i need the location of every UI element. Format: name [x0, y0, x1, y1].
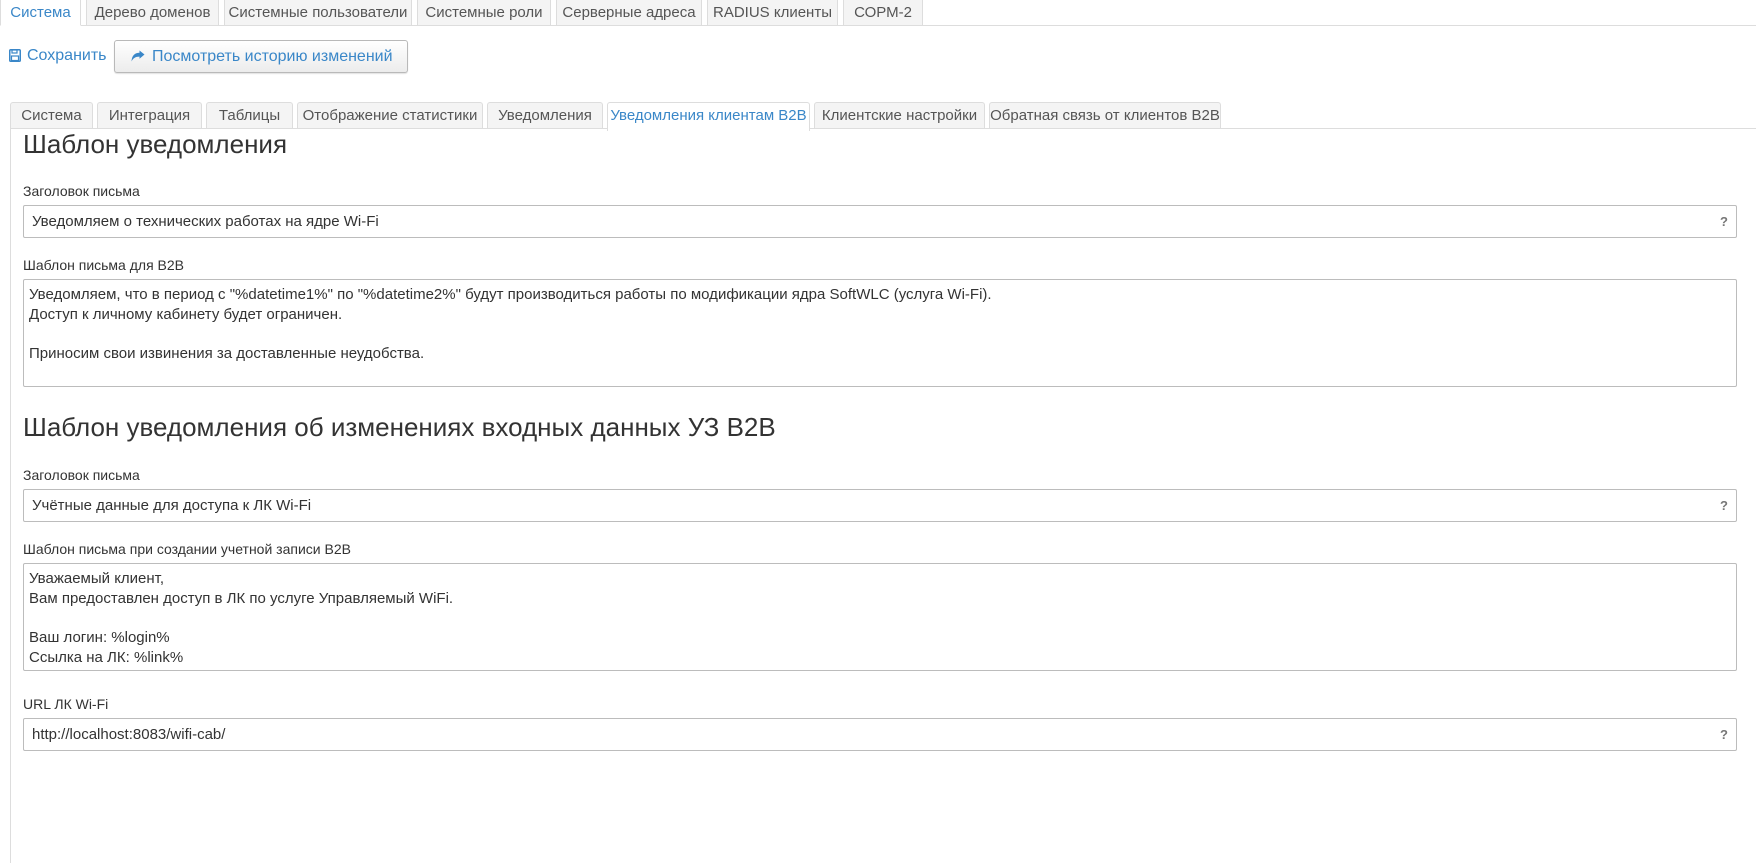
help-icon[interactable]: ? [1718, 498, 1730, 514]
floppy-disk-icon [9, 49, 21, 62]
textarea-line: Вам предоставлен доступ в ЛК по услуге У… [29, 590, 454, 607]
view-history-button[interactable]: Посмотреть историю изменений [114, 40, 408, 73]
b2b-template-label: Шаблон письма для B2B [23, 257, 185, 273]
cabinet-url-field: ? [23, 718, 1737, 751]
help-icon[interactable]: ? [1718, 727, 1730, 743]
top-tab-bar: Система Дерево доменов Системные пользов… [0, 0, 1756, 26]
textarea-line: Доступ к личному кабинету будет ограниче… [29, 306, 343, 323]
top-tab-radius-clients[interactable]: RADIUS клиенты [707, 0, 838, 26]
account-creation-template-label: Шаблон письма при создании учетной запис… [23, 541, 351, 557]
save-button[interactable]: Сохранить [9, 44, 107, 68]
sub-tab-statistics-display[interactable]: Отображение статистики [297, 102, 483, 129]
sub-tab-client-settings[interactable]: Клиентские настройки [814, 102, 985, 129]
top-tab-system-users[interactable]: Системные пользователи [224, 0, 412, 26]
textarea-line: Ваш логин: %login% [29, 629, 170, 646]
textarea-line: Ссылка на ЛК: %link% [29, 649, 184, 666]
settings-panel: Шаблон уведомления Заголовок письма ? Ша… [10, 128, 1756, 863]
help-icon[interactable]: ? [1718, 214, 1730, 230]
email-subject-label: Заголовок письма [23, 183, 140, 199]
b2b-template-textarea[interactable]: Уведомляем, что в период с "%datetime1%"… [23, 279, 1737, 387]
textarea-line: Уведомляем, что в период с "%datetime1%"… [29, 286, 992, 303]
sub-tab-system[interactable]: Система [10, 102, 93, 129]
top-tab-system[interactable]: Система [0, 0, 81, 26]
save-button-label: Сохранить [27, 47, 107, 64]
top-tab-domain-tree[interactable]: Дерево доменов [86, 0, 219, 26]
email-subject-input[interactable] [24, 206, 1704, 237]
top-tab-server-addresses[interactable]: Серверные адреса [556, 0, 702, 26]
account-email-subject-field: ? [23, 489, 1737, 522]
notification-template-title: Шаблон уведомления [23, 129, 288, 159]
textarea-line: Приносим свои извинения за доставленные … [29, 345, 425, 362]
account-creation-template-textarea[interactable]: Уважаемый клиент, Вам предоставлен досту… [23, 563, 1737, 671]
view-history-label: Посмотреть историю изменений [152, 48, 393, 65]
sub-tab-integration[interactable]: Интеграция [97, 102, 202, 129]
account-email-subject-input[interactable] [24, 490, 1704, 521]
sub-tab-notifications[interactable]: Уведомления [487, 102, 603, 129]
cabinet-url-input[interactable] [24, 719, 1704, 750]
account-email-subject-label: Заголовок письма [23, 467, 140, 483]
top-tab-system-roles[interactable]: Системные роли [417, 0, 551, 26]
sub-tab-tables[interactable]: Таблицы [206, 102, 293, 129]
email-subject-field: ? [23, 205, 1737, 238]
account-template-title: Шаблон уведомления об изменениях входных… [23, 412, 776, 442]
sub-tab-b2b-feedback[interactable]: Обратная связь от клиентов B2B [989, 102, 1221, 129]
cabinet-url-label: URL ЛК Wi-Fi [23, 696, 109, 712]
sub-tab-b2b-notifications[interactable]: Уведомления клиентам B2B [607, 102, 810, 131]
textarea-line: Уважаемый клиент, [29, 570, 165, 587]
top-tab-sorm2[interactable]: СОРМ-2 [843, 0, 923, 26]
share-arrow-icon [131, 50, 145, 62]
